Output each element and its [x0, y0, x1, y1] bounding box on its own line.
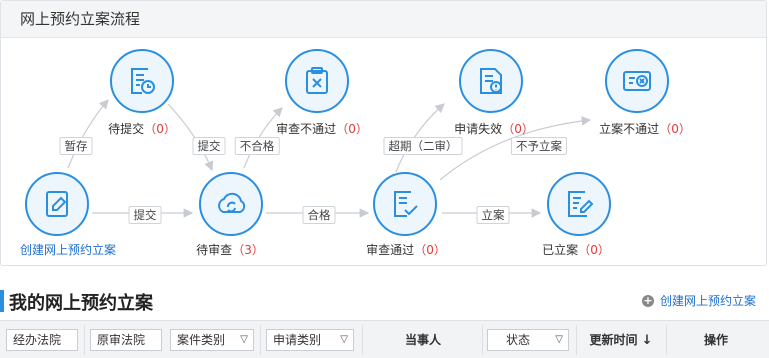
node-count: （0）	[144, 122, 176, 136]
edge-label-submit-draft: 提交	[192, 137, 226, 155]
column-divider	[84, 325, 85, 355]
filter-court[interactable]: 经办法院	[6, 329, 78, 351]
edge-label-save-draft: 暂存	[59, 137, 93, 155]
card-x-icon	[620, 66, 654, 96]
column-party: 当事人	[404, 333, 441, 347]
node-pending-submit-label: 待提交（0）	[108, 120, 176, 137]
node-count: （0）	[502, 122, 534, 136]
clipboard-x-icon	[301, 65, 333, 97]
document-check-icon	[389, 188, 421, 220]
node-pending-submit[interactable]	[110, 49, 174, 113]
filter-case-type-label: 案件类别	[177, 333, 226, 347]
edge-label-submit-create: 提交	[128, 206, 162, 224]
node-name: 立案不通过	[599, 122, 660, 136]
filter-status[interactable]: 状态 ▽	[487, 329, 569, 351]
node-name: 已立案	[542, 243, 579, 257]
edge-label-pass: 合格	[302, 206, 336, 224]
column-divider	[260, 325, 261, 355]
node-application-invalid[interactable]	[459, 49, 523, 113]
filter-court-label: 经办法院	[13, 333, 62, 347]
filter-apply-type-label: 申请类别	[273, 333, 322, 347]
column-actions: 操作	[703, 333, 728, 347]
chevron-down-icon: ▽	[340, 334, 348, 345]
filter-status-label: 状态	[506, 333, 531, 347]
list-title: 我的网上预约立案	[9, 293, 153, 314]
section-accent-bar	[0, 290, 4, 312]
node-application-invalid-label: 申请失效（0）	[454, 120, 534, 137]
node-review-failed[interactable]	[285, 49, 349, 113]
document-clock-icon	[126, 65, 158, 97]
column-divider	[482, 325, 483, 355]
edge-label-fail: 不合格	[234, 137, 280, 155]
chevron-down-icon: ▽	[240, 334, 248, 345]
node-create-label[interactable]: 创建网上预约立案	[20, 241, 116, 258]
node-count: （0）	[659, 122, 691, 136]
node-name: 待提交	[108, 122, 145, 136]
node-pending-review-label: 待审查（3）	[196, 241, 264, 258]
node-count: （3）	[232, 243, 264, 257]
create-reservation-link[interactable]: + 创建网上预约立案	[642, 292, 756, 309]
create-link-label: 创建网上预约立案	[660, 294, 757, 308]
column-divider	[666, 325, 667, 355]
column-updated[interactable]: 更新时间 ↓	[578, 329, 664, 351]
node-review-passed[interactable]	[373, 172, 437, 236]
column-divider	[576, 325, 577, 355]
node-count: （0）	[578, 243, 610, 257]
filter-original-court[interactable]: 原审法院	[90, 329, 162, 351]
filter-apply-type[interactable]: 申请类别 ▽	[266, 329, 354, 351]
cloud-sync-icon	[214, 188, 248, 220]
node-pending-review[interactable]	[199, 172, 263, 236]
node-name: 审查通过	[366, 243, 415, 257]
table-header: 经办法院 原审法院 案件类别 ▽ 申请类别 ▽ 当事人 状态 ▽ 更新时间 ↓ 操作	[0, 320, 769, 358]
edge-label-file: 立案	[476, 206, 510, 224]
chevron-down-icon: ▽	[555, 334, 563, 345]
column-divider	[362, 325, 363, 355]
node-name: 申请失效	[454, 122, 503, 136]
node-filing-rejected[interactable]	[605, 49, 669, 113]
node-filed-label: 已立案（0）	[542, 241, 610, 258]
document-alert-icon	[475, 65, 507, 97]
node-create[interactable]	[25, 172, 89, 236]
node-name: 审查不通过	[276, 122, 337, 136]
node-name: 待审查	[196, 243, 233, 257]
filter-original-court-label: 原审法院	[97, 333, 146, 347]
sort-down-icon: ↓	[641, 333, 653, 348]
node-filing-rejected-label: 立案不通过（0）	[599, 120, 691, 137]
edge-save-draft	[67, 99, 109, 169]
column-updated-label: 更新时间	[589, 333, 638, 347]
node-filed[interactable]	[547, 172, 611, 236]
flow-diagram: 创建网上预约立案 待提交（0） 待审查（3） 审查不通过（0） 审查通过（0） …	[0, 0, 767, 266]
edit-document-icon	[41, 188, 73, 220]
node-review-passed-label: 审查通过（0）	[366, 241, 446, 258]
plus-circle-icon: +	[642, 293, 654, 307]
node-review-failed-label: 审查不通过（0）	[276, 120, 368, 137]
edge-label-not-filed: 不予立案	[511, 137, 567, 155]
node-count: （0）	[414, 243, 446, 257]
edge-label-overdue: 超期（二审）	[383, 137, 463, 155]
filter-case-type[interactable]: 案件类别 ▽	[170, 329, 254, 351]
document-edit-icon	[563, 188, 595, 220]
node-count: （0）	[336, 122, 368, 136]
